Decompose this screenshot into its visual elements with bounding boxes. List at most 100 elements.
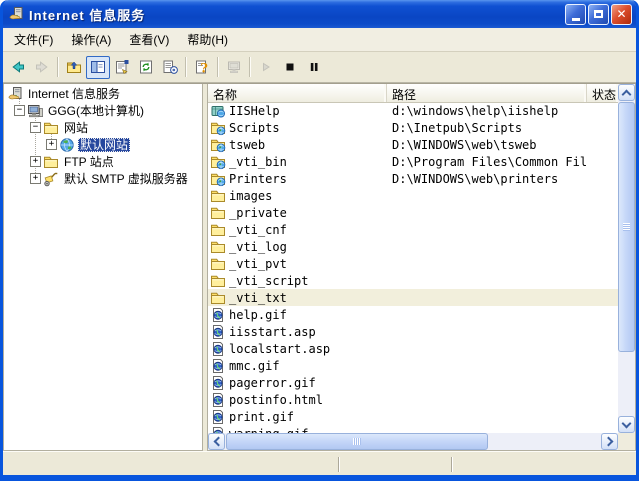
list-row[interactable]: mmc.gif	[208, 357, 618, 374]
list-row[interactable]: print.gif	[208, 408, 618, 425]
toolbar-refresh-button[interactable]	[134, 56, 158, 79]
list-row[interactable]: IISHelpd:\windows\help\iishelp	[208, 102, 618, 119]
smtp-icon	[43, 171, 59, 187]
file-name-cell: help.gif	[208, 307, 387, 323]
expand-plus-icon[interactable]: +	[30, 156, 41, 167]
toolbar-export-list-button[interactable]	[158, 56, 182, 79]
tree-item[interactable]: +FTP 站点	[4, 153, 202, 170]
collapse-minus-icon[interactable]: −	[30, 122, 41, 133]
column-header-name[interactable]: 名称	[208, 84, 387, 102]
window-controls: ✕	[565, 4, 632, 25]
tree-item[interactable]: Internet 信息服务	[4, 85, 202, 102]
chevron-left-icon	[213, 437, 223, 447]
chevron-down-icon	[622, 418, 632, 428]
list-row[interactable]: help.gif	[208, 306, 618, 323]
scroll-up-button[interactable]	[618, 84, 635, 101]
computer-icon	[27, 103, 43, 119]
toolbar-help-button[interactable]: ?	[190, 56, 214, 79]
list-row[interactable]: _vti_cnf	[208, 221, 618, 238]
file-name-cell: _vti_log	[208, 239, 387, 255]
list-row[interactable]: _private	[208, 204, 618, 221]
toolbar-separator	[249, 57, 251, 77]
scroll-down-button[interactable]	[618, 416, 635, 433]
globe-icon	[59, 137, 75, 153]
toolbar-properties-button[interactable]	[110, 56, 134, 79]
file-name-text: localstart.asp	[229, 342, 330, 356]
show-tree-icon	[90, 59, 106, 75]
stop-icon	[282, 59, 298, 75]
column-header-path[interactable]: 路径	[387, 84, 587, 102]
file-name-cell: _vti_script	[208, 273, 387, 289]
list-row[interactable]: localstart.asp	[208, 340, 618, 357]
toolbar-connect-computer-button[interactable]	[222, 56, 246, 79]
toolbar-pause-item-button[interactable]	[302, 56, 326, 79]
minimize-icon	[572, 18, 580, 21]
list-row[interactable]: _vti_log	[208, 238, 618, 255]
tree-item[interactable]: +默认 SMTP 虚拟服务器	[4, 170, 202, 187]
path-cell: D:\Inetpub\Scripts	[387, 121, 587, 135]
toolbar-forward-button[interactable]	[30, 56, 54, 79]
file-name-cell: localstart.asp	[208, 341, 387, 357]
list-header: 名称 路径 状态	[208, 84, 618, 103]
menu-item-file[interactable]: 文件(F)	[5, 28, 62, 51]
toolbar-separator	[217, 57, 219, 77]
tree-item[interactable]: +默认网站	[4, 136, 202, 153]
toolbar-start-item-button[interactable]	[254, 56, 278, 79]
list-row[interactable]: _vti_txt	[208, 289, 618, 306]
folder-icon	[210, 222, 226, 238]
list-row[interactable]: ScriptsD:\Inetpub\Scripts	[208, 119, 618, 136]
collapse-minus-icon[interactable]: −	[14, 105, 25, 116]
thumb-grip-icon	[623, 223, 630, 231]
list-view-pane: 名称 路径 状态 IISHelpd:\windows\help\iishelpS…	[207, 84, 636, 451]
file-name-cell: _vti_bin	[208, 154, 387, 170]
vertical-scrollbar[interactable]	[618, 84, 635, 433]
list-row[interactable]: warning.gif	[208, 425, 618, 433]
toolbar-show-console-tree-button[interactable]	[86, 56, 110, 79]
toolbar: ?	[3, 52, 636, 83]
minimize-button[interactable]	[565, 4, 586, 25]
menu-item-view[interactable]: 查看(V)	[120, 28, 178, 51]
list-row[interactable]: tswebD:\WINDOWS\web\tsweb	[208, 136, 618, 153]
expand-plus-icon[interactable]: +	[46, 139, 57, 150]
list-row[interactable]: postinfo.html	[208, 391, 618, 408]
list-row[interactable]: _vti_script	[208, 272, 618, 289]
list-row[interactable]: _vti_binD:\Program Files\Common File...	[208, 153, 618, 170]
column-header-status[interactable]: 状态	[587, 84, 618, 102]
maximize-button[interactable]	[588, 4, 609, 25]
tree-item[interactable]: − GGG(本地计算机)	[4, 102, 202, 119]
file-name-text: tsweb	[229, 138, 265, 152]
svg-text:?: ?	[200, 62, 208, 76]
list-row[interactable]: PrintersD:\WINDOWS\web\printers	[208, 170, 618, 187]
horizontal-scroll-thumb[interactable]	[226, 433, 488, 450]
toolbar-back-button[interactable]	[6, 56, 30, 79]
tree-item-label: GGG(本地计算机)	[46, 104, 146, 118]
close-button[interactable]: ✕	[611, 4, 632, 25]
file-name-text: _vti_txt	[229, 291, 287, 305]
toolbar-up-one-level-button[interactable]	[62, 56, 86, 79]
folder-icon	[43, 154, 59, 170]
web-file-icon	[210, 392, 226, 408]
menu-item-help[interactable]: 帮助(H)	[178, 28, 237, 51]
file-name-text: _vti_log	[229, 240, 287, 254]
folder-icon	[210, 273, 226, 289]
horizontal-scrollbar[interactable]	[208, 433, 618, 450]
file-name-text: _vti_cnf	[229, 223, 287, 237]
expand-plus-icon[interactable]: +	[30, 173, 41, 184]
list-row[interactable]: _vti_pvt	[208, 255, 618, 272]
menu-item-action[interactable]: 操作(A)	[62, 28, 120, 51]
list-row[interactable]: iisstart.asp	[208, 323, 618, 340]
titlebar[interactable]: Internet 信息服务 ✕	[3, 0, 636, 28]
scroll-right-button[interactable]	[601, 433, 618, 450]
list-row[interactable]: images	[208, 187, 618, 204]
tree-item[interactable]: −网站	[4, 119, 202, 136]
vertical-scroll-thumb[interactable]	[618, 102, 635, 352]
file-name-text: mmc.gif	[229, 359, 280, 373]
status-pane	[340, 452, 451, 475]
toolbar-stop-item-button[interactable]	[278, 56, 302, 79]
scroll-left-button[interactable]	[208, 433, 225, 450]
thumb-grip-icon	[353, 438, 361, 445]
back-arrow-icon	[10, 59, 26, 75]
web-file-icon	[210, 375, 226, 391]
list-row[interactable]: pagerror.gif	[208, 374, 618, 391]
web-server-icon	[226, 59, 242, 75]
